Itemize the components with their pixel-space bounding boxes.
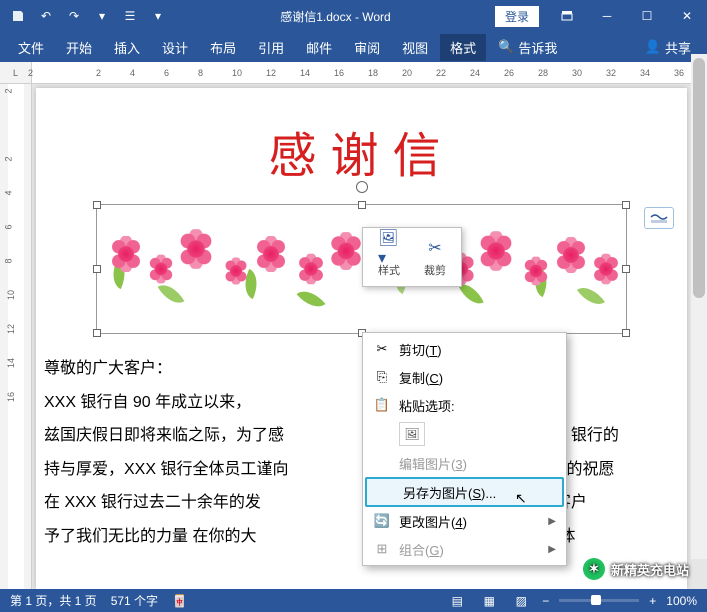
undo-button[interactable]: ↶ [34,4,58,28]
resize-handle-tr[interactable] [622,201,630,209]
quick-access-toolbar: ↶ ↷ ▾ ☰ ▾ [0,4,176,28]
rotate-handle[interactable] [356,181,368,193]
window-title: 感谢信1.docx - Word [176,8,495,25]
vertical-scrollbar[interactable] [691,54,707,559]
group-icon: ⊞ [371,541,393,557]
close-button[interactable]: ✕ [667,0,707,32]
tab-format[interactable]: 格式 [440,34,486,61]
watermark: ✶ 新精英充电站 [583,558,689,580]
tell-me-label: 告诉我 [518,38,557,57]
status-page[interactable]: 第 1 页，共 1 页 [10,592,97,609]
picture-style-button[interactable]: 🖼▾ 样式 [367,232,411,282]
share-button[interactable]: 👤 共享 [637,34,699,61]
submenu-arrow-icon: ▶ [548,544,556,555]
tab-view[interactable]: 视图 [392,34,438,61]
ctx-paste-options: 📋粘贴选项: [363,391,566,419]
minimize-button[interactable]: ─ [587,0,627,32]
layout-options-button[interactable] [644,207,674,229]
tell-me-search[interactable]: 🔍 告诉我 [498,38,557,57]
tab-home[interactable]: 开始 [56,34,102,61]
change-picture-icon: 🔄 [371,513,393,529]
submenu-arrow-icon: ▶ [548,516,556,527]
ctx-edit-picture: 编辑图片(3) [363,449,566,477]
tab-insert[interactable]: 插入 [104,34,150,61]
wechat-icon: ✶ [583,558,605,580]
zoom-level[interactable]: 100% [666,594,697,608]
qat-more-button[interactable]: ▾ [90,4,114,28]
redo-button[interactable]: ↷ [62,4,86,28]
view-read-mode[interactable]: ▤ [446,592,468,610]
scrollbar-thumb[interactable] [693,58,705,298]
watermark-text: 新精英充电站 [611,560,689,579]
share-label: 共享 [665,38,691,57]
tab-mailings[interactable]: 邮件 [296,34,342,61]
ribbon-options-button[interactable] [547,0,587,32]
ctx-save-as-picture[interactable]: 另存为图片(S)... [365,477,564,507]
resize-handle-ml[interactable] [93,265,101,273]
cut-icon: ✂ [371,341,393,357]
picture-style-icon: 🖼▾ [378,237,400,259]
resize-handle-mr[interactable] [622,265,630,273]
resize-handle-tm[interactable] [358,201,366,209]
maximize-button[interactable]: ☐ [627,0,667,32]
title-bar: ↶ ↷ ▾ ☰ ▾ 感谢信1.docx - Word 登录 ─ ☐ ✕ [0,0,707,32]
zoom-in-button[interactable]: + [649,594,656,608]
mini-toolbar: 🖼▾ 样式 ✂ 裁剪 [362,227,462,287]
document-heading: 感谢信 [36,88,687,196]
zoom-slider[interactable] [559,599,639,602]
ctx-change-picture[interactable]: 🔄更改图片(4)▶ [363,507,566,535]
tab-design[interactable]: 设计 [152,34,198,61]
save-button[interactable] [6,4,30,28]
status-language[interactable]: 🀄 [172,594,187,608]
status-bar: 第 1 页，共 1 页 571 个字 🀄 ▤ ▦ ▨ − + 100% [0,589,707,612]
status-word-count[interactable]: 571 个字 [111,592,158,609]
resize-handle-bl[interactable] [93,329,101,337]
workspace: 2246810121416 感谢信 [0,84,707,589]
view-web-layout[interactable]: ▨ [510,592,532,610]
tab-layout[interactable]: 布局 [200,34,246,61]
mouse-cursor: ↖ [515,490,527,507]
tab-file[interactable]: 文件 [8,34,54,61]
vertical-ruler-column: 2246810121416 [0,84,32,589]
picture-style-label: 样式 [378,262,400,278]
vertical-ruler[interactable]: 2246810121416 [8,84,24,589]
context-menu: ✂剪切(T) ⎘复制(C) 📋粘贴选项: 🖼 编辑图片(3) 另存为图片(S).… [362,332,567,566]
resize-handle-br[interactable] [622,329,630,337]
ctx-group: ⊞组合(G)▶ [363,535,566,563]
paste-icon: 📋 [371,397,393,413]
crop-label: 裁剪 [424,262,446,278]
touch-mode-button[interactable]: ☰ [118,4,142,28]
ctx-copy[interactable]: ⎘复制(C) [363,363,566,391]
ruler-area: L 224681012141618202224262830323436 [0,62,707,84]
copy-icon: ⎘ [371,369,393,385]
login-button[interactable]: 登录 [495,6,539,27]
resize-handle-tl[interactable] [93,201,101,209]
tab-references[interactable]: 引用 [248,34,294,61]
crop-icon: ✂ [424,237,446,259]
qat-customize-button[interactable]: ▾ [146,4,170,28]
tab-review[interactable]: 审阅 [344,34,390,61]
ribbon-tabs: 文件 开始 插入 设计 布局 引用 邮件 审阅 视图 格式 🔍 告诉我 👤 共享 [0,32,707,62]
zoom-out-button[interactable]: − [542,594,549,608]
horizontal-ruler[interactable]: 224681012141618202224262830323436 [32,62,707,83]
paste-options-row: 🖼 [363,419,566,449]
crop-button[interactable]: ✂ 裁剪 [413,232,457,282]
paste-option-picture[interactable]: 🖼 [399,422,425,446]
ctx-cut[interactable]: ✂剪切(T) [363,335,566,363]
view-print-layout[interactable]: ▦ [478,592,500,610]
